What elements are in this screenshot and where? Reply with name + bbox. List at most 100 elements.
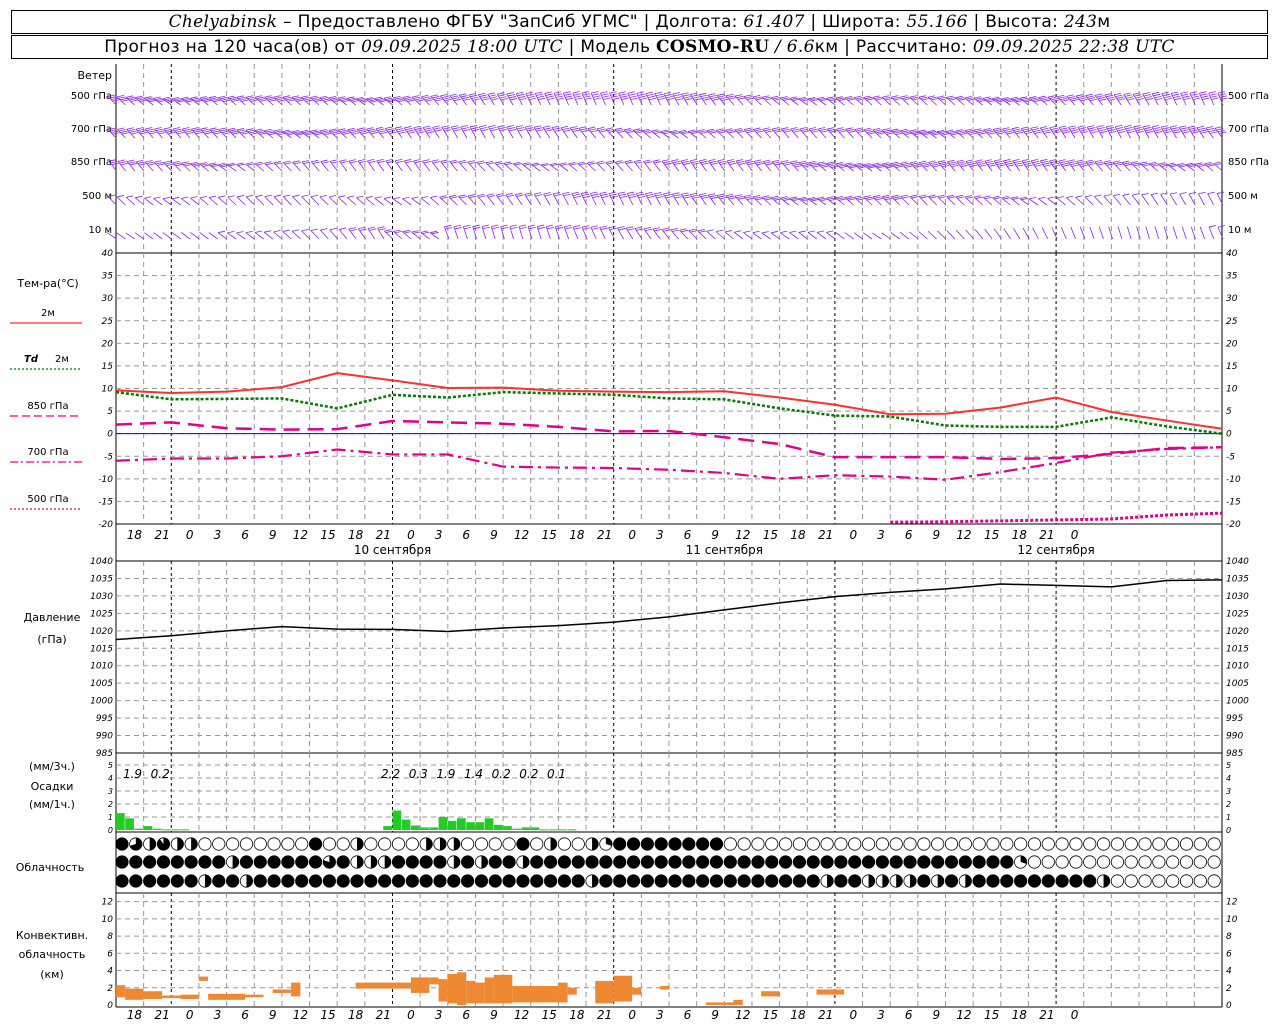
wind-barb — [844, 232, 854, 240]
cloud-symbol — [267, 874, 281, 888]
wind-barb — [531, 162, 541, 172]
cloud-symbol — [557, 837, 572, 851]
wind-barb — [553, 91, 564, 106]
wind-barb — [771, 159, 783, 172]
convective-bar — [567, 987, 577, 995]
wind-barb — [605, 127, 616, 139]
wind-barb — [172, 161, 183, 172]
cloud-symbol — [1069, 874, 1083, 888]
wind-barb — [596, 160, 606, 172]
wind-barb — [625, 226, 635, 240]
wind-barb — [890, 95, 902, 106]
wind-barb — [126, 159, 138, 172]
wind-barb — [208, 232, 218, 240]
wind-barb — [458, 194, 467, 206]
wind-barb — [689, 192, 700, 206]
precip-sum-label: 0.1 — [547, 767, 566, 781]
cloud-symbol — [861, 874, 876, 888]
wind-barb — [117, 159, 128, 172]
cloud-symbol — [336, 874, 350, 888]
temp-tick-left: -10 — [98, 475, 113, 485]
wind-barb — [771, 127, 782, 139]
wind-barb — [587, 126, 598, 139]
wind-barb — [1199, 226, 1206, 240]
cloud-symbol — [1193, 855, 1207, 869]
wind-barb — [835, 162, 848, 172]
wind-barb — [734, 94, 746, 106]
wind-barb — [245, 162, 255, 172]
convective-bar — [429, 977, 439, 985]
wind-barb — [500, 224, 509, 240]
wind-barb — [844, 162, 857, 172]
wind-barb — [816, 230, 827, 240]
wind-barb — [153, 196, 163, 206]
wind-barb — [725, 193, 736, 206]
wind-barb — [743, 127, 755, 139]
wind-barb — [431, 159, 440, 172]
time-tick-label-bottom: 6 — [905, 1008, 913, 1022]
wind-barb — [485, 160, 495, 172]
precip-bar — [503, 826, 512, 830]
wind-barb — [679, 228, 689, 240]
cloud-symbol — [1055, 874, 1069, 888]
cloud-symbol — [917, 874, 931, 888]
pressure-tick-left: 1025 — [90, 609, 113, 619]
pressure-tick-left: 1040 — [90, 557, 113, 567]
wind-barb — [264, 161, 274, 172]
cloud-symbol — [613, 855, 627, 869]
time-tick-label-bottom: 12 — [514, 1008, 529, 1022]
cloud-symbol — [654, 855, 668, 869]
wind-barb — [273, 161, 283, 172]
convective-bar — [116, 985, 126, 998]
cloud-symbol — [861, 855, 876, 869]
wind-barb — [881, 232, 891, 240]
cloud-symbol — [765, 837, 779, 851]
wind-barb — [652, 227, 662, 240]
cloud-symbol — [806, 837, 820, 851]
wind-barb — [698, 158, 709, 172]
wind-barb — [432, 125, 443, 139]
cloud-symbol — [944, 874, 959, 888]
wind-barb — [292, 160, 302, 172]
cloud-symbol — [820, 837, 834, 851]
wind-barb — [571, 191, 582, 206]
pressure-tick-left: 1020 — [90, 627, 113, 637]
wind-barb — [385, 158, 395, 172]
precip-tick-left: 2 — [108, 800, 113, 809]
wind-barb — [450, 125, 461, 139]
wind-barb — [590, 91, 602, 106]
wind-barb — [735, 159, 746, 172]
wind-barb — [1065, 195, 1076, 206]
pressure-tick-left: 1035 — [90, 574, 113, 584]
cloud-symbol — [419, 874, 433, 888]
wind-barb — [965, 229, 974, 240]
wind-level-label: 500 м — [82, 191, 112, 202]
wind-barb — [909, 194, 919, 206]
time-tick-label: 12 — [514, 528, 529, 542]
wind-barb — [698, 192, 709, 206]
pressure-tick-left: 985 — [96, 749, 113, 759]
convective-bar — [484, 977, 494, 1004]
wind-barb — [992, 195, 1002, 206]
precip-bar — [410, 825, 420, 830]
cloud-symbol — [599, 874, 613, 888]
wind-barb — [845, 127, 856, 139]
wind-level-label-right: 500 м — [1228, 191, 1258, 202]
cloud-symbol — [709, 837, 724, 851]
wind-barb — [125, 232, 135, 240]
wind-barb — [1094, 194, 1103, 206]
pressure-tick-right: 1020 — [1226, 627, 1249, 637]
cloud-symbol — [1055, 837, 1069, 851]
wind-barb — [462, 224, 472, 240]
cloud-symbol — [170, 855, 184, 869]
time-tick-label-bottom: 15 — [984, 1008, 999, 1022]
conv-title-1: Конвективн. — [16, 929, 88, 942]
wind-barb — [560, 125, 571, 139]
wind-barb — [572, 225, 582, 240]
wind-barb — [918, 194, 928, 206]
wind-barb — [1096, 125, 1108, 139]
cloud-symbol — [751, 837, 765, 851]
time-tick-label: 12 — [293, 528, 308, 542]
wind-barb — [900, 194, 910, 206]
wind-barb — [1179, 192, 1187, 206]
